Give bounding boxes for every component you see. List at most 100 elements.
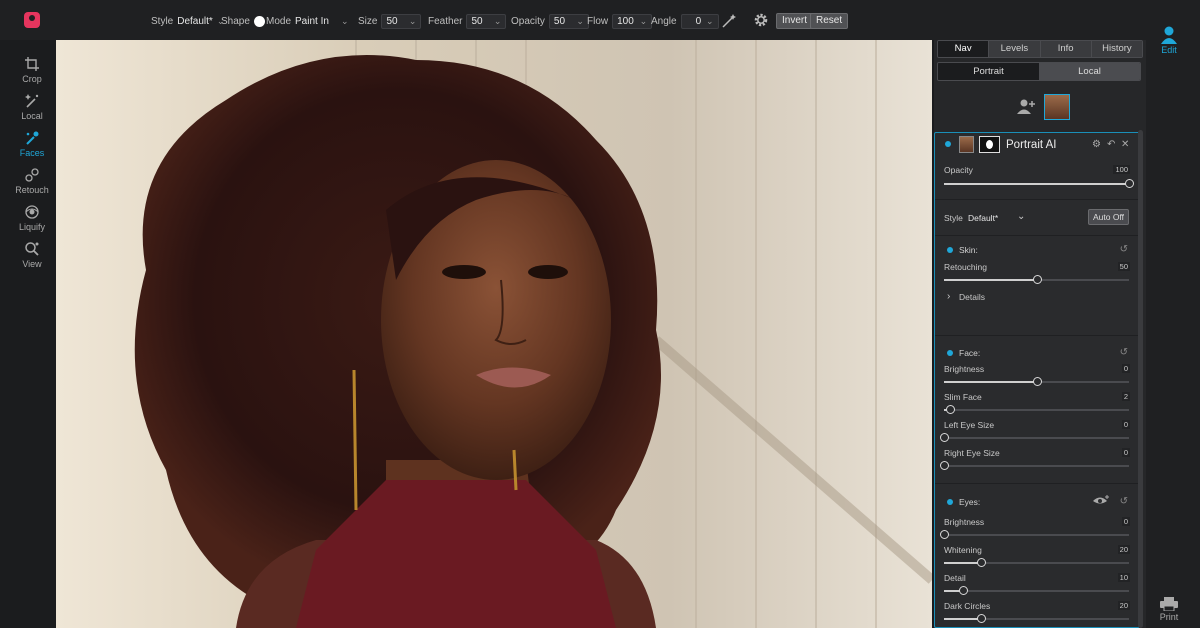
detail-value[interactable]: 10	[1117, 573, 1130, 582]
slider-knob[interactable]	[945, 405, 955, 414]
face-enabled-dot-icon[interactable]	[947, 350, 953, 356]
angle-label: Angle	[651, 15, 677, 27]
right-eye-size-value[interactable]: 0	[1121, 448, 1130, 457]
dark-circles-slider[interactable]	[944, 614, 1129, 623]
layer-style-value[interactable]: Default*	[968, 213, 998, 223]
tool-label: Liquify	[18, 222, 45, 232]
reset-button[interactable]: Reset	[810, 13, 849, 29]
layer-header: Portrait AI ⚙ ↶ ✕	[935, 133, 1139, 155]
whitening-slider[interactable]	[944, 558, 1129, 567]
slider-knob[interactable]	[940, 433, 949, 442]
eyes-enabled-dot-icon[interactable]	[947, 499, 953, 505]
slider-knob[interactable]	[1032, 275, 1042, 284]
face-thumbnail[interactable]	[1044, 94, 1070, 120]
tab-levels[interactable]: Levels	[988, 41, 1040, 57]
close-icon[interactable]: ✕	[1121, 139, 1129, 150]
module-print[interactable]: Print	[1146, 597, 1192, 622]
face-brightness-slider[interactable]	[944, 377, 1129, 386]
panel-scrollbar[interactable]	[1138, 130, 1143, 628]
tab-history[interactable]: History	[1090, 41, 1142, 57]
left-eye-size-slider[interactable]	[940, 433, 1129, 442]
gear-icon[interactable]	[753, 12, 769, 28]
chevron-down-icon: ⌄	[493, 15, 502, 26]
feather-control[interactable]: Feather 50 ⌄	[428, 13, 507, 29]
size-input[interactable]: 50 ⌄	[381, 13, 422, 29]
magic-wand-icon[interactable]	[721, 13, 737, 29]
retouching-label: Retouching	[944, 262, 988, 272]
reset-icon[interactable]: ↺	[1120, 244, 1128, 255]
chevron-down-icon[interactable]: ⌄	[1017, 211, 1025, 222]
opacity-input[interactable]: 50 ⌄	[548, 13, 589, 29]
photo-canvas[interactable]	[56, 40, 932, 628]
angle-control[interactable]: Angle 0 ⌄	[651, 13, 719, 29]
tool-liquify[interactable]: Liquify	[4, 204, 60, 232]
slim-face-slider[interactable]	[944, 405, 1129, 414]
eye-visibility-icon[interactable]	[1092, 494, 1110, 506]
dark-circles-label: Dark Circles	[944, 601, 991, 611]
whitening-value[interactable]: 20	[1117, 545, 1130, 554]
auto-off-button[interactable]: Auto Off	[1088, 209, 1130, 225]
angle-input[interactable]: 0 ⌄	[680, 13, 719, 29]
style-control[interactable]: Style Default* ⌄	[151, 13, 224, 29]
opacity-slider[interactable]	[944, 179, 1134, 188]
face-brightness-value[interactable]: 0	[1121, 364, 1130, 373]
mask-thumbnail[interactable]	[979, 136, 1000, 153]
reset-icon[interactable]: ↺	[1120, 347, 1128, 358]
chevron-right-icon[interactable]: ›	[947, 291, 950, 302]
reset-icon[interactable]: ↺	[1120, 496, 1128, 507]
tab-nav[interactable]: Nav	[938, 41, 989, 57]
mode-value[interactable]: Paint In	[295, 16, 329, 27]
right-eye-size-slider[interactable]	[940, 461, 1129, 470]
tool-view[interactable]: View	[4, 241, 60, 269]
tool-local[interactable]: Local	[4, 93, 60, 121]
feather-input[interactable]: 50 ⌄	[466, 13, 507, 29]
add-person-icon[interactable]	[1016, 98, 1036, 114]
flow-label: Flow	[587, 15, 609, 27]
slider-knob[interactable]	[1125, 179, 1134, 188]
tab-info[interactable]: Info	[1039, 41, 1091, 57]
app-logo-icon[interactable]	[24, 12, 40, 28]
slider-knob[interactable]	[1032, 377, 1042, 386]
details-toggle[interactable]: Details	[959, 292, 985, 302]
size-control[interactable]: Size 50 ⌄	[358, 13, 422, 29]
mode-control[interactable]: Mode Paint In ⌄	[266, 13, 348, 29]
opacity-value[interactable]: 100	[1113, 165, 1130, 174]
style-value[interactable]: Default*	[177, 16, 213, 27]
slider-knob[interactable]	[977, 558, 986, 567]
flow-input[interactable]: 100 ⌄	[612, 13, 653, 29]
subtab-portrait[interactable]: Portrait	[938, 63, 1039, 80]
slider-knob[interactable]	[958, 586, 968, 595]
slider-knob[interactable]	[977, 614, 986, 623]
slim-face-value[interactable]: 2	[1121, 392, 1130, 401]
undo-icon[interactable]: ↶	[1107, 139, 1115, 150]
detail-slider[interactable]	[944, 586, 1129, 595]
settings-dot-icon[interactable]: ⚙	[1092, 139, 1101, 150]
tool-crop[interactable]: Crop	[4, 56, 60, 84]
retouching-value[interactable]: 50	[1117, 262, 1130, 271]
divider	[935, 335, 1139, 336]
flow-control[interactable]: Flow 100 ⌄	[587, 13, 653, 29]
invert-button[interactable]: Invert	[776, 13, 814, 29]
shape-circle-icon[interactable]	[253, 15, 265, 27]
dark-circles-value[interactable]: 20	[1117, 601, 1130, 610]
left-eye-size-value[interactable]: 0	[1121, 420, 1130, 429]
slider-knob[interactable]	[940, 461, 949, 470]
face-section-label: Face:	[959, 348, 981, 358]
tool-retouch[interactable]: Retouch	[4, 167, 60, 195]
tool-faces[interactable]: Faces	[4, 130, 60, 158]
view-zoom-icon	[25, 242, 39, 256]
eyes-brightness-value[interactable]: 0	[1121, 517, 1130, 526]
retouching-slider[interactable]	[944, 275, 1129, 284]
tool-label: Retouch	[15, 185, 49, 195]
module-edit[interactable]: Edit	[1146, 26, 1192, 55]
shape-control[interactable]: Shape	[221, 13, 265, 29]
opacity-control[interactable]: Opacity 50 ⌄	[511, 13, 589, 29]
subtab-local[interactable]: Local	[1039, 63, 1140, 80]
opacity-value: 50	[553, 15, 566, 27]
eyes-brightness-slider[interactable]	[940, 530, 1129, 539]
slider-knob[interactable]	[940, 530, 949, 539]
eyes-brightness-label: Brightness	[944, 517, 985, 527]
chevron-down-icon[interactable]: ⌄	[341, 16, 349, 27]
skin-enabled-dot-icon[interactable]	[947, 247, 953, 253]
layer-thumbnail[interactable]	[959, 136, 974, 153]
